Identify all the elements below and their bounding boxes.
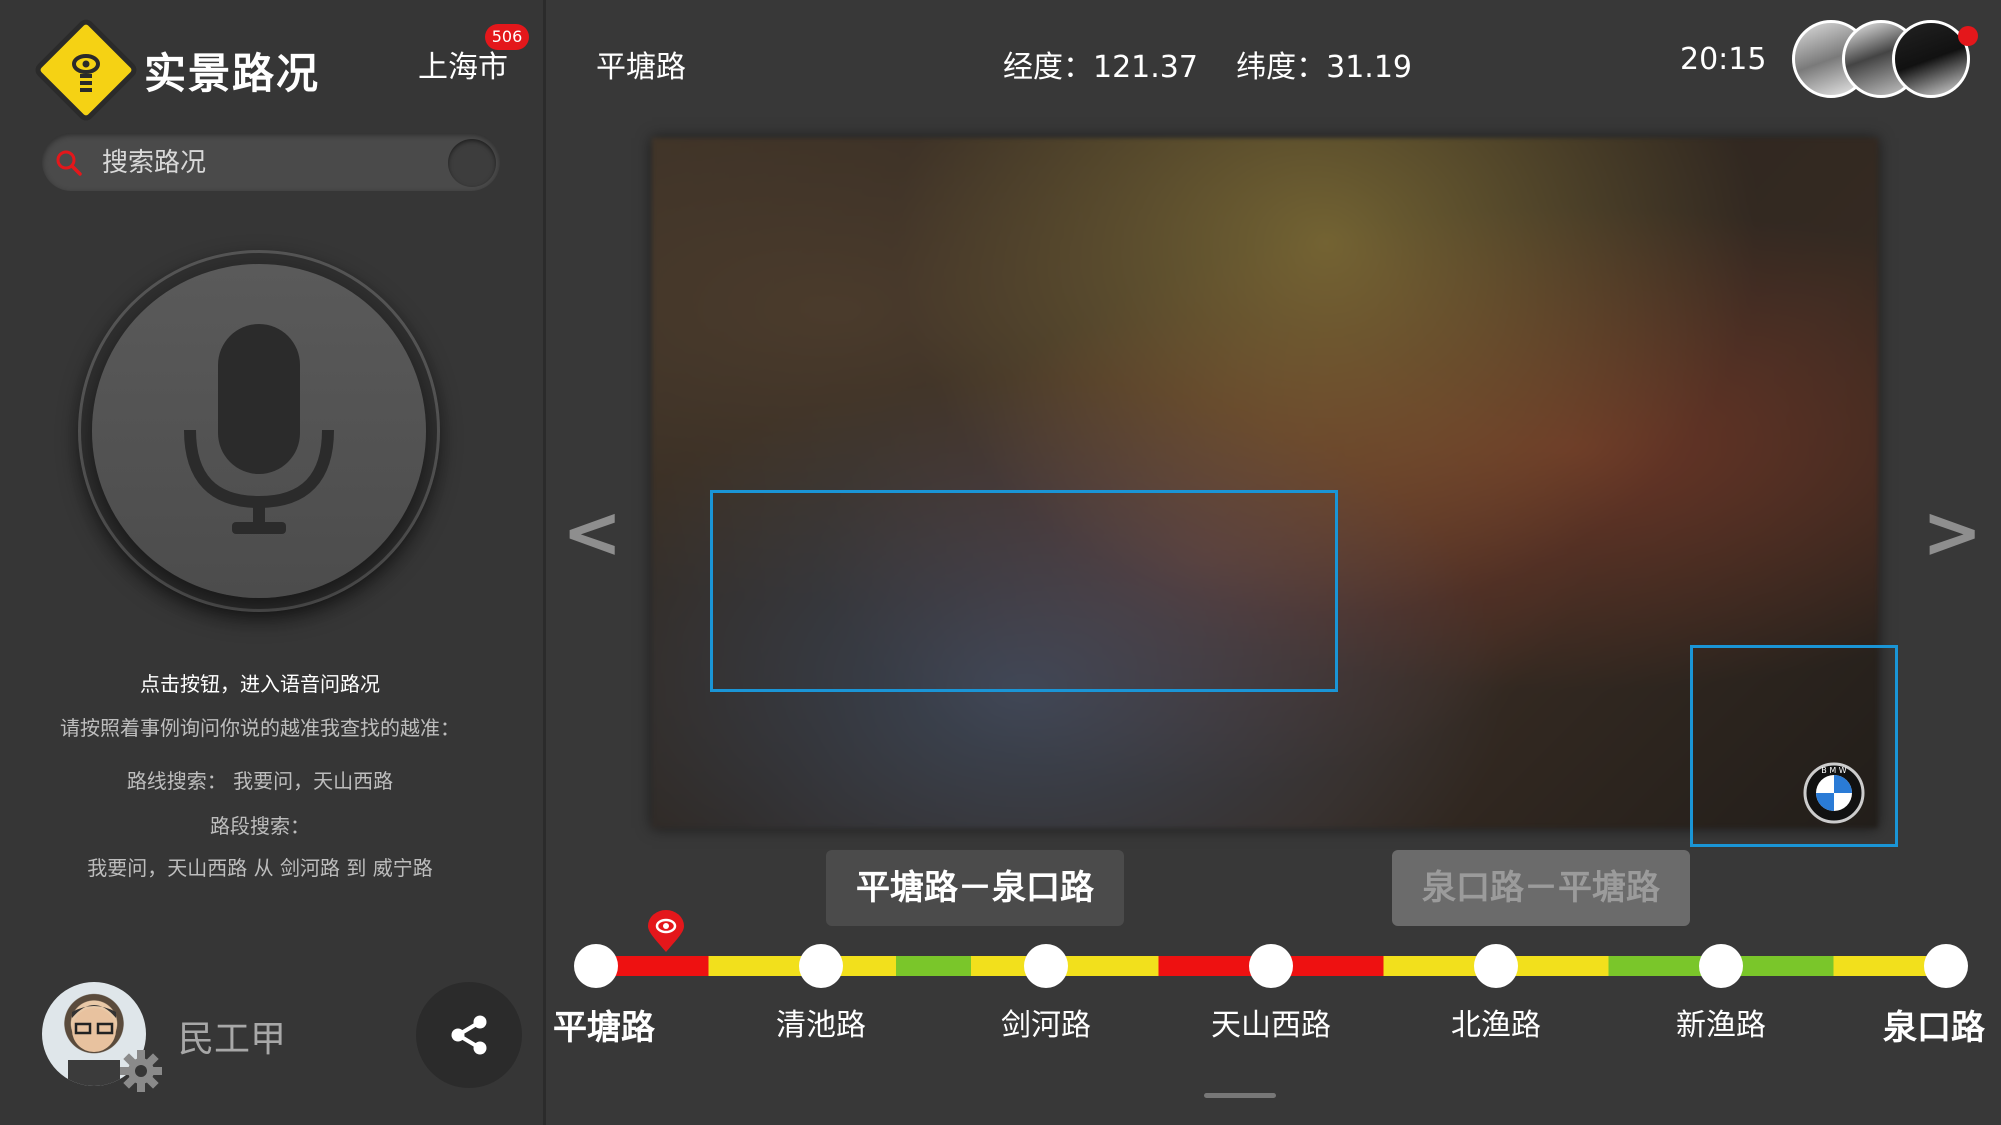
clock: 20:15 — [1680, 42, 1767, 77]
route-stop-label[interactable]: 北渔路 — [1451, 1000, 1541, 1044]
road-eye-logo-icon — [72, 54, 100, 92]
username: 民工甲 — [178, 1019, 287, 1060]
app-title: 实景路况 — [144, 49, 321, 98]
route-traffic-bar — [574, 910, 1968, 988]
route-stop-dot[interactable] — [1699, 944, 1743, 988]
route-stop-dot[interactable] — [1024, 944, 1068, 988]
traffic-segment — [896, 956, 972, 976]
notification-dot — [1958, 26, 1978, 46]
location-pin-icon — [648, 910, 684, 952]
prev-camera-button[interactable]: < — [562, 490, 622, 574]
search-input[interactable] — [100, 142, 434, 184]
voice-hint-secondary: 请按照着事例询问你说的越准我查找的越准： — [60, 716, 460, 740]
current-road: 平塘路 — [596, 50, 686, 85]
detection-box — [710, 490, 1338, 692]
route-stop-label[interactable]: 新渔路 — [1676, 1000, 1766, 1044]
route-stop-dot[interactable] — [574, 944, 618, 988]
city-notification-badge: 506 — [485, 24, 529, 50]
bmw-logo-icon: B M W — [1803, 762, 1865, 824]
route-stop-label[interactable]: 泉口路 — [1883, 1000, 1985, 1049]
route-stop-label[interactable]: 剑河路 — [1001, 1000, 1091, 1044]
drawer-handle[interactable] — [1204, 1093, 1276, 1098]
voice-example-route: 路线搜索： 我要问，天山西路 — [126, 769, 394, 793]
route-stop-label[interactable]: 清池路 — [776, 1000, 866, 1044]
svg-text:B M W: B M W — [1821, 766, 1846, 775]
voice-hint-primary: 点击按钮，进入语音问路况 — [140, 672, 380, 696]
route-stop-dot[interactable] — [1474, 944, 1518, 988]
route-stop-label[interactable]: 天山西路 — [1211, 1000, 1331, 1044]
voice-example-segment: 我要问，天山西路 从 剑河路 到 威宁路 — [87, 856, 433, 880]
detection-box — [1690, 645, 1898, 847]
gear-icon[interactable] — [118, 1048, 164, 1094]
route-stop-dot[interactable] — [1924, 944, 1968, 988]
share-icon — [451, 1015, 487, 1055]
search-submit-button[interactable] — [448, 139, 496, 187]
route-stop-dot[interactable] — [799, 944, 843, 988]
voice-example-segment-label: 路段搜索： — [210, 814, 310, 838]
route-stop-label[interactable]: 平塘路 — [553, 1000, 655, 1049]
route-stop-dot[interactable] — [1249, 944, 1293, 988]
next-camera-button[interactable]: > — [1922, 490, 1982, 574]
coordinates-readout: 经度：121.37 纬度：31.19 — [1003, 50, 1412, 85]
search-icon — [56, 150, 82, 176]
online-users-group[interactable] — [1792, 20, 1972, 102]
microphone-icon — [184, 324, 334, 534]
